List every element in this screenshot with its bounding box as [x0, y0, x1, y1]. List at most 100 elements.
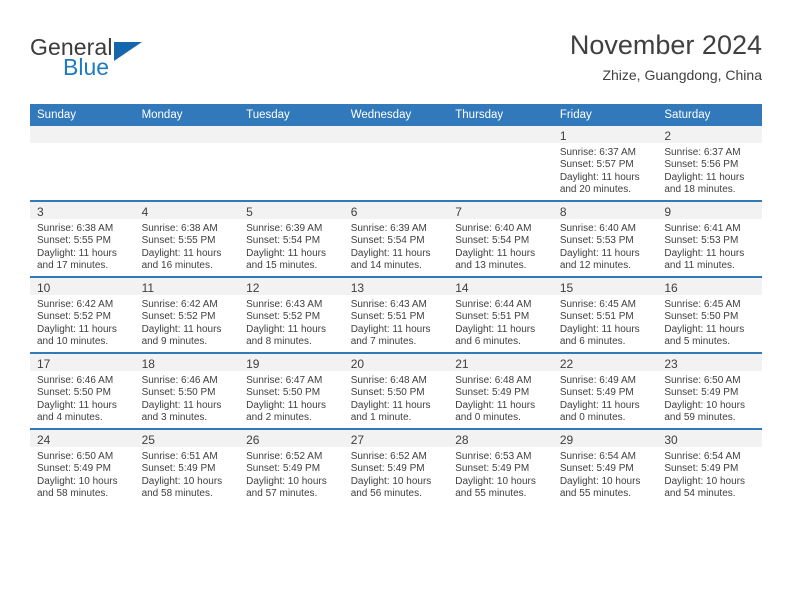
sunset-text: Sunset: 5:56 PM: [664, 159, 739, 171]
sunrise-text: Sunrise: 6:52 AM: [246, 451, 323, 462]
calendar-week-row: 10 Sunrise: 6:42 AM Sunset: 5:52 PM Dayligh…: [30, 276, 762, 353]
day-details: Sunrise: 6:50 AM Sunset: 5:49 PM Daylight:…: [30, 447, 135, 501]
day-number-band: 24: [30, 430, 135, 447]
sunrise-text: Sunrise: 6:38 AM: [37, 223, 114, 234]
calendar-cell-inner: [448, 126, 553, 200]
calendar-day-cell[interactable]: 20 Sunrise: 6:48 AM Sunset: 5:50 PM Dayligh…: [343, 352, 449, 429]
calendar-day-cell[interactable]: 17 Sunrise: 6:46 AM Sunset: 5:50 PM Dayligh…: [30, 352, 135, 429]
day-details: Sunrise: 6:45 AM Sunset: 5:51 PM Daylight:…: [553, 295, 658, 349]
day-details: Sunrise: 6:41 AM Sunset: 5:53 PM Daylight:…: [657, 219, 762, 273]
day-number-band: 3: [30, 202, 135, 219]
calendar-table: Sunday Monday Tuesday Wednesday Thursday…: [30, 104, 762, 504]
calendar-day-cell[interactable]: 1 Sunrise: 6:37 AM Sunset: 5:57 PM Daylight…: [552, 126, 658, 201]
sunrise-text: Sunrise: 6:48 AM: [350, 375, 427, 386]
calendar-cell-inner: [134, 126, 240, 200]
calendar-day-cell[interactable]: 25 Sunrise: 6:51 AM Sunset: 5:49 PM Dayligh…: [134, 428, 240, 504]
calendar-day-cell[interactable]: 13 Sunrise: 6:43 AM Sunset: 5:51 PM Dayligh…: [343, 276, 449, 353]
calendar-day-cell[interactable]: 12 Sunrise: 6:43 AM Sunset: 5:52 PM Dayligh…: [239, 276, 344, 353]
calendar-day-cell[interactable]: 24 Sunrise: 6:50 AM Sunset: 5:49 PM Dayligh…: [30, 428, 135, 504]
day-number-band: [239, 126, 344, 143]
calendar-cell-inner: 22 Sunrise: 6:49 AM Sunset: 5:49 PM Dayligh…: [552, 354, 658, 428]
calendar-cell-inner: 24 Sunrise: 6:50 AM Sunset: 5:49 PM Dayligh…: [30, 430, 135, 504]
day-details: Sunrise: 6:51 AM Sunset: 5:49 PM Daylight:…: [135, 447, 240, 501]
sunset-text: Sunset: 5:49 PM: [246, 463, 321, 475]
daylight-text: Daylight: 10 hours and 57 minutes.: [246, 475, 327, 500]
daylight-text: Daylight: 10 hours and 55 minutes.: [455, 475, 536, 500]
day-details: Sunrise: 6:49 AM Sunset: 5:49 PM Daylight:…: [553, 371, 658, 425]
day-details: Sunrise: 6:43 AM Sunset: 5:51 PM Daylight:…: [344, 295, 449, 349]
sunset-text: Sunset: 5:54 PM: [350, 235, 425, 247]
sunset-text: Sunset: 5:57 PM: [559, 159, 634, 171]
day-details: Sunrise: 6:40 AM Sunset: 5:54 PM Daylight:…: [448, 219, 553, 273]
day-number-band: [343, 126, 449, 143]
daylight-text: Daylight: 11 hours and 1 minute.: [350, 399, 431, 424]
daylight-text: Daylight: 11 hours and 4 minutes.: [37, 399, 117, 424]
day-number: 23: [664, 357, 678, 371]
day-number-band: [134, 126, 240, 143]
calendar-cell-inner: 3 Sunrise: 6:38 AM Sunset: 5:55 PM Daylight…: [30, 202, 135, 276]
calendar-week-row: 3 Sunrise: 6:38 AM Sunset: 5:55 PM Daylight…: [30, 200, 762, 277]
calendar-day-cell[interactable]: 29 Sunrise: 6:54 AM Sunset: 5:49 PM Dayligh…: [552, 428, 658, 504]
brand-logo[interactable]: General Blue: [30, 34, 230, 90]
day-number-band: 27: [343, 430, 449, 447]
calendar-day-cell[interactable]: 16 Sunrise: 6:45 AM Sunset: 5:50 PM Dayligh…: [657, 276, 762, 353]
sunrise-text: Sunrise: 6:43 AM: [246, 299, 323, 310]
day-number-band: 7: [448, 202, 553, 219]
sunset-text: Sunset: 5:50 PM: [246, 387, 321, 399]
sunrise-text: Sunrise: 6:41 AM: [664, 223, 741, 234]
day-number-band: 17: [30, 354, 135, 371]
calendar-day-cell[interactable]: 4 Sunrise: 6:38 AM Sunset: 5:55 PM Daylight…: [134, 200, 240, 277]
daylight-text: Daylight: 11 hours and 8 minutes.: [246, 323, 326, 348]
daylight-text: Daylight: 10 hours and 58 minutes.: [141, 475, 223, 500]
day-number: 3: [37, 205, 44, 219]
calendar-cell-inner: [239, 126, 344, 200]
sunrise-text: Sunrise: 6:40 AM: [559, 223, 636, 234]
calendar-day-cell[interactable]: 6 Sunrise: 6:39 AM Sunset: 5:54 PM Daylight…: [343, 200, 449, 277]
day-details: Sunrise: 6:45 AM Sunset: 5:50 PM Daylight:…: [657, 295, 762, 349]
calendar-day-cell[interactable]: 30 Sunrise: 6:54 AM Sunset: 5:49 PM Dayligh…: [657, 428, 762, 504]
calendar-day-cell[interactable]: 18 Sunrise: 6:46 AM Sunset: 5:50 PM Dayligh…: [134, 352, 240, 429]
calendar-cell-inner: 8 Sunrise: 6:40 AM Sunset: 5:53 PM Daylight…: [552, 202, 658, 276]
weekday-header-sunday: Sunday: [30, 104, 135, 126]
calendar-day-cell[interactable]: 15 Sunrise: 6:45 AM Sunset: 5:51 PM Dayligh…: [552, 276, 658, 353]
day-number: 4: [141, 205, 149, 219]
sunrise-text: Sunrise: 6:37 AM: [559, 147, 636, 158]
calendar-day-cell[interactable]: 5 Sunrise: 6:39 AM Sunset: 5:54 PM Daylight…: [239, 200, 344, 277]
calendar-day-cell[interactable]: 23 Sunrise: 6:50 AM Sunset: 5:49 PM Dayligh…: [657, 352, 762, 429]
day-number: 6: [350, 205, 358, 219]
daylight-text: Daylight: 11 hours and 6 minutes.: [455, 323, 536, 348]
sunrise-text: Sunrise: 6:42 AM: [141, 299, 218, 310]
calendar-day-cell[interactable]: 3 Sunrise: 6:38 AM Sunset: 5:55 PM Daylight…: [30, 200, 135, 277]
sunrise-text: Sunrise: 6:42 AM: [37, 299, 114, 310]
calendar-day-cell[interactable]: 28 Sunrise: 6:53 AM Sunset: 5:49 PM Dayligh…: [448, 428, 553, 504]
daylight-text: Daylight: 11 hours and 12 minutes.: [559, 247, 640, 272]
calendar-day-cell[interactable]: 8 Sunrise: 6:40 AM Sunset: 5:53 PM Daylight…: [552, 200, 658, 277]
calendar-day-cell[interactable]: 10 Sunrise: 6:42 AM Sunset: 5:52 PM Dayligh…: [30, 276, 135, 353]
sunset-text: Sunset: 5:49 PM: [559, 463, 634, 475]
calendar-day-cell[interactable]: 26 Sunrise: 6:52 AM Sunset: 5:49 PM Dayligh…: [239, 428, 344, 504]
calendar-day-cell[interactable]: 27 Sunrise: 6:52 AM Sunset: 5:49 PM Dayligh…: [343, 428, 449, 504]
calendar-cell-inner: 16 Sunrise: 6:45 AM Sunset: 5:50 PM Dayligh…: [657, 278, 762, 352]
daylight-text: Daylight: 11 hours and 10 minutes.: [37, 323, 117, 348]
calendar-day-cell[interactable]: 22 Sunrise: 6:49 AM Sunset: 5:49 PM Dayligh…: [552, 352, 658, 429]
day-details: Sunrise: 6:44 AM Sunset: 5:51 PM Daylight:…: [448, 295, 553, 349]
day-number: 22: [559, 357, 574, 371]
calendar-cell-inner: [343, 126, 449, 200]
calendar-cell-empty: [134, 126, 240, 201]
calendar-day-cell[interactable]: 11 Sunrise: 6:42 AM Sunset: 5:52 PM Dayligh…: [134, 276, 240, 353]
calendar-day-cell[interactable]: 9 Sunrise: 6:41 AM Sunset: 5:53 PM Daylight…: [657, 200, 762, 277]
calendar-day-cell[interactable]: 21 Sunrise: 6:48 AM Sunset: 5:49 PM Dayligh…: [448, 352, 553, 429]
sunset-text: Sunset: 5:50 PM: [350, 387, 425, 399]
calendar-cell-empty: [448, 126, 553, 201]
calendar-day-cell[interactable]: 14 Sunrise: 6:44 AM Sunset: 5:51 PM Dayligh…: [448, 276, 553, 353]
calendar-day-cell[interactable]: 19 Sunrise: 6:47 AM Sunset: 5:50 PM Dayligh…: [239, 352, 344, 429]
day-number: 2: [664, 129, 672, 143]
day-number: 1: [559, 129, 567, 143]
day-number-band: [448, 126, 553, 143]
weekday-header-friday: Friday: [552, 104, 658, 126]
calendar-cell-inner: 28 Sunrise: 6:53 AM Sunset: 5:49 PM Dayligh…: [448, 430, 553, 504]
calendar-day-cell[interactable]: 2 Sunrise: 6:37 AM Sunset: 5:56 PM Daylight…: [657, 126, 762, 201]
calendar-header-row: Sunday Monday Tuesday Wednesday Thursday…: [30, 104, 762, 126]
sunrise-text: Sunrise: 6:44 AM: [455, 299, 532, 310]
calendar-day-cell[interactable]: 7 Sunrise: 6:40 AM Sunset: 5:54 PM Daylight…: [448, 200, 553, 277]
